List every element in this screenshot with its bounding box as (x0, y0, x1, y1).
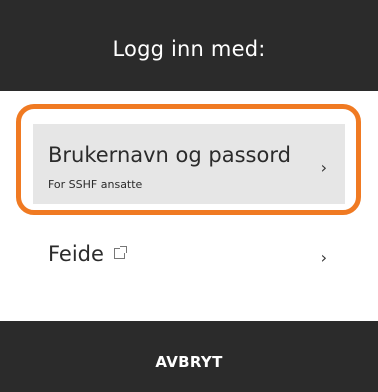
cancel-button-label: AVBRYT (155, 352, 223, 371)
dialog-title: Logg inn med: (112, 36, 266, 61)
login-option-feide[interactable]: Feide › (33, 226, 345, 286)
feide-label: Feide (48, 242, 104, 266)
login-option-subtitle: For SSHF ansatte (48, 178, 143, 191)
dialog-header: Logg inn med: (0, 0, 378, 91)
chevron-right-icon: › (320, 248, 327, 267)
external-link-icon (113, 246, 127, 259)
login-dialog: Logg inn med: Brukernavn og passord For … (0, 0, 378, 392)
chevron-right-icon: › (320, 158, 327, 177)
login-option-title: Brukernavn og passord (48, 143, 291, 167)
login-option-username-password[interactable]: Brukernavn og passord For SSHF ansatte › (33, 124, 345, 204)
cancel-button[interactable]: AVBRYT (0, 321, 378, 392)
login-option-title: Feide (48, 242, 127, 266)
